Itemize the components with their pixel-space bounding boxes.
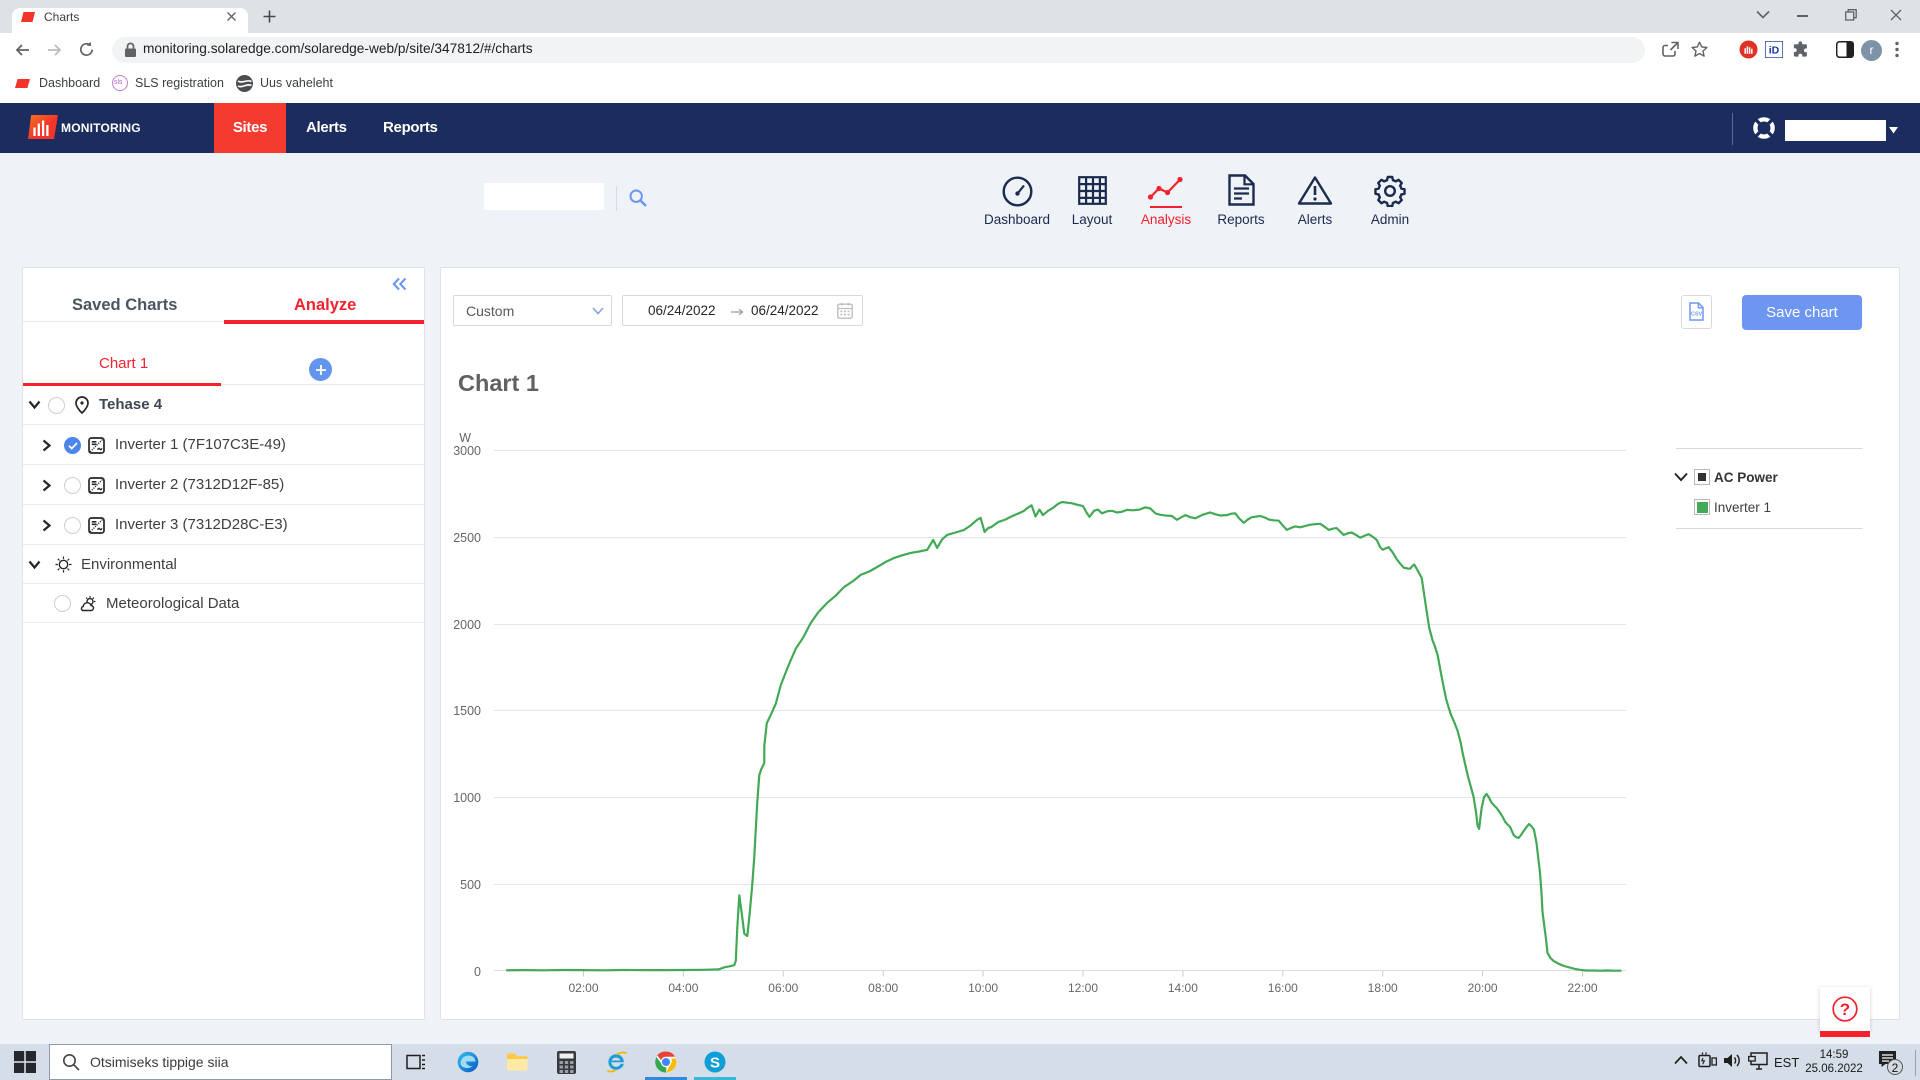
svg-text:CSV: CSV: [1691, 312, 1703, 318]
svg-text:S: S: [710, 1054, 720, 1071]
svg-text:?: ?: [1840, 1000, 1850, 1019]
svg-text:iD: iD: [1769, 45, 1780, 57]
